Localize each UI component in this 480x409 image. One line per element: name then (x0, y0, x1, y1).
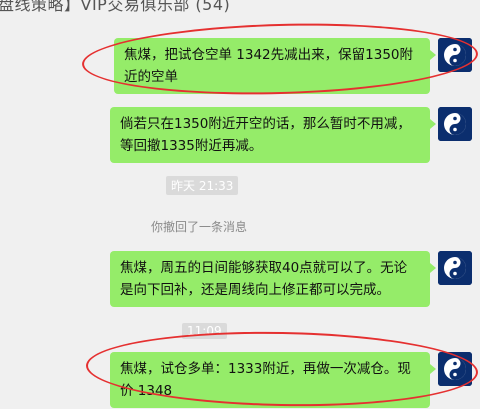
timestamp: 昨天 21:33 (166, 176, 239, 195)
message-bubble[interactable]: 焦煤，周五的日间能够获取40点就可以了。无论是向下回补，还是周线向上修正都可以完… (110, 251, 436, 307)
yin-yang-icon[interactable] (438, 251, 472, 285)
chat-title: 盘线策略】VIP交易俱乐部 (54) (0, 0, 231, 14)
message-text: 焦煤，试仓多单：1333附近，再做一次减仓。现价 1348 (120, 361, 411, 399)
message-text: 焦煤，周五的日间能够获取40点就可以了。无论是向下回补，还是周线向上修正都可以完… (120, 260, 408, 298)
yin-yang-icon[interactable] (438, 352, 472, 386)
yin-yang-icon[interactable] (438, 107, 472, 141)
chat-title-bar: 盘线策略】VIP交易俱乐部 (54) (0, 0, 480, 14)
timestamp-text: 11:09 (187, 324, 222, 338)
yin-yang-icon[interactable] (438, 38, 472, 72)
timestamp-text: 昨天 21:33 (171, 179, 234, 193)
timestamp: 11:09 (182, 323, 227, 339)
recall-notice-text: 你撤回了一条消息 (151, 220, 248, 234)
message-bubble[interactable]: 倘若只在1350附近开空的话，那么暂时不用减，等回撤1335附近再减。 (110, 107, 436, 163)
recall-notice: 你撤回了一条消息 (151, 218, 247, 235)
message-bubble[interactable]: 焦煤，把试仓空单 1342先减出来，保留1350附近的空单 (114, 38, 436, 94)
message-text: 焦煤，把试仓空单 1342先减出来，保留1350附近的空单 (124, 47, 414, 85)
message-bubble[interactable]: 焦煤，试仓多单：1333附近，再做一次减仓。现价 1348 (110, 352, 436, 408)
message-text: 倘若只在1350附近开空的话，那么暂时不用减，等回撤1335附近再减。 (120, 116, 411, 154)
